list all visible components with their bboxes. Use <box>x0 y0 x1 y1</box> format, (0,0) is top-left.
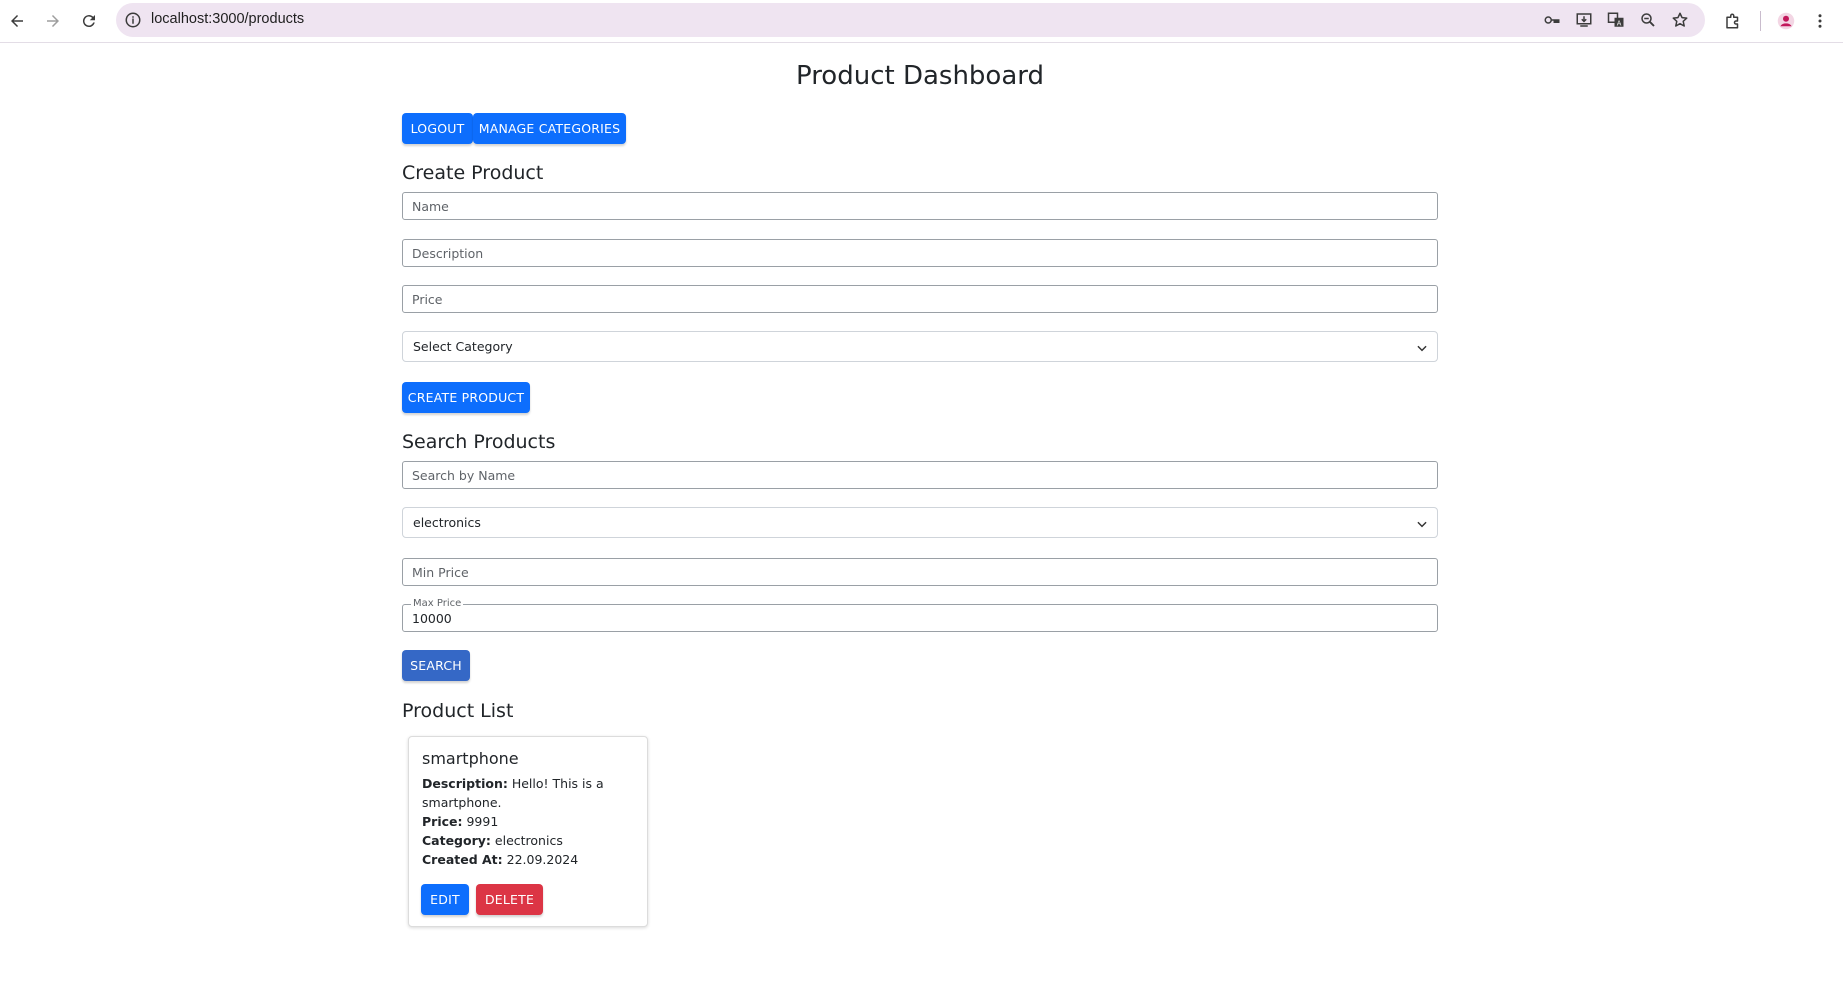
description-label: Description: <box>422 776 508 791</box>
max-price-label: Max Price <box>411 598 464 609</box>
max-price-value[interactable]: 10000 <box>412 611 452 626</box>
min-price-input[interactable] <box>403 559 1412 585</box>
svg-text:A: A <box>1617 19 1622 27</box>
bookmark-star-icon[interactable] <box>1671 11 1689 29</box>
edit-button[interactable]: EDIT <box>421 884 469 915</box>
reload-button[interactable] <box>72 4 106 38</box>
price-field[interactable] <box>402 285 1438 313</box>
forward-button[interactable] <box>36 4 70 38</box>
product-created-row: Created At: 22.09.2024 <box>422 850 637 869</box>
description-field[interactable] <box>402 239 1438 267</box>
search-button[interactable]: SEARCH <box>402 650 470 681</box>
product-category: electronics <box>494 833 563 848</box>
translate-icon[interactable]: A <box>1607 11 1625 29</box>
max-price-field[interactable]: Max Price 10000 <box>402 598 1438 632</box>
address-bar[interactable]: localhost:3000/products A <box>116 3 1705 37</box>
chevron-down-icon <box>1417 345 1427 352</box>
category-select[interactable]: Select Category <box>402 331 1438 362</box>
product-description-row: Description: Hello! This is a smartphone… <box>422 774 637 812</box>
profile-avatar-icon[interactable] <box>1777 12 1795 30</box>
manage-categories-button[interactable]: MANAGE CATEGORIES <box>473 113 626 144</box>
arrow-right-icon <box>47 15 59 27</box>
page-title: Product Dashboard <box>795 61 1045 91</box>
search-products-heading: Search Products <box>402 431 556 453</box>
site-info-icon[interactable] <box>124 11 142 29</box>
product-created: 22.09.2024 <box>506 852 579 867</box>
search-name-field[interactable] <box>402 461 1438 489</box>
browser-toolbar: localhost:3000/products A <box>0 0 1843 43</box>
search-category-select[interactable]: electronics <box>402 507 1438 538</box>
install-app-icon[interactable] <box>1575 11 1593 29</box>
search-name-input[interactable] <box>403 462 1412 488</box>
product-category-row: Category: electronics <box>422 831 637 850</box>
extensions-icon[interactable] <box>1724 12 1742 30</box>
price-label: Price: <box>422 814 463 829</box>
create-product-heading: Create Product <box>402 162 544 184</box>
product-card: smartphone Description: Hello! This is a… <box>408 736 648 927</box>
category-select-value: Select Category <box>413 339 513 354</box>
name-field[interactable] <box>402 192 1438 220</box>
arrow-left-icon <box>11 15 23 27</box>
product-name: smartphone <box>422 749 519 768</box>
more-menu-icon[interactable] <box>1811 12 1829 30</box>
price-input[interactable] <box>403 286 1412 312</box>
min-price-field[interactable] <box>402 558 1438 586</box>
name-input[interactable] <box>403 193 1412 219</box>
product-price-row: Price: 9991 <box>422 812 637 831</box>
product-list-heading: Product List <box>402 700 514 722</box>
create-product-button[interactable]: CREATE PRODUCT <box>402 382 530 413</box>
product-details: Description: Hello! This is a smartphone… <box>422 774 637 869</box>
created-label: Created At: <box>422 852 503 867</box>
chevron-down-icon <box>1417 521 1427 528</box>
url-text[interactable]: localhost:3000/products <box>151 11 304 27</box>
toolbar-divider <box>1760 11 1761 31</box>
reload-icon <box>82 15 95 28</box>
delete-button[interactable]: DELETE <box>476 884 543 915</box>
product-price: 9991 <box>466 814 499 829</box>
category-label: Category: <box>422 833 491 848</box>
logout-button[interactable]: LOGOUT <box>402 113 473 144</box>
zoom-icon[interactable] <box>1639 11 1657 29</box>
search-category-value: electronics <box>413 515 481 530</box>
key-icon[interactable] <box>1543 11 1561 29</box>
back-button[interactable] <box>0 4 34 38</box>
description-input[interactable] <box>403 240 1412 266</box>
